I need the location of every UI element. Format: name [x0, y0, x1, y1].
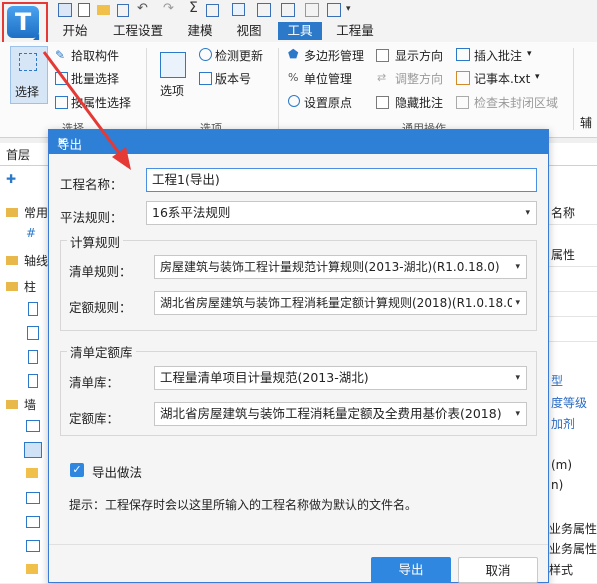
annotation-arrow [42, 51, 131, 170]
